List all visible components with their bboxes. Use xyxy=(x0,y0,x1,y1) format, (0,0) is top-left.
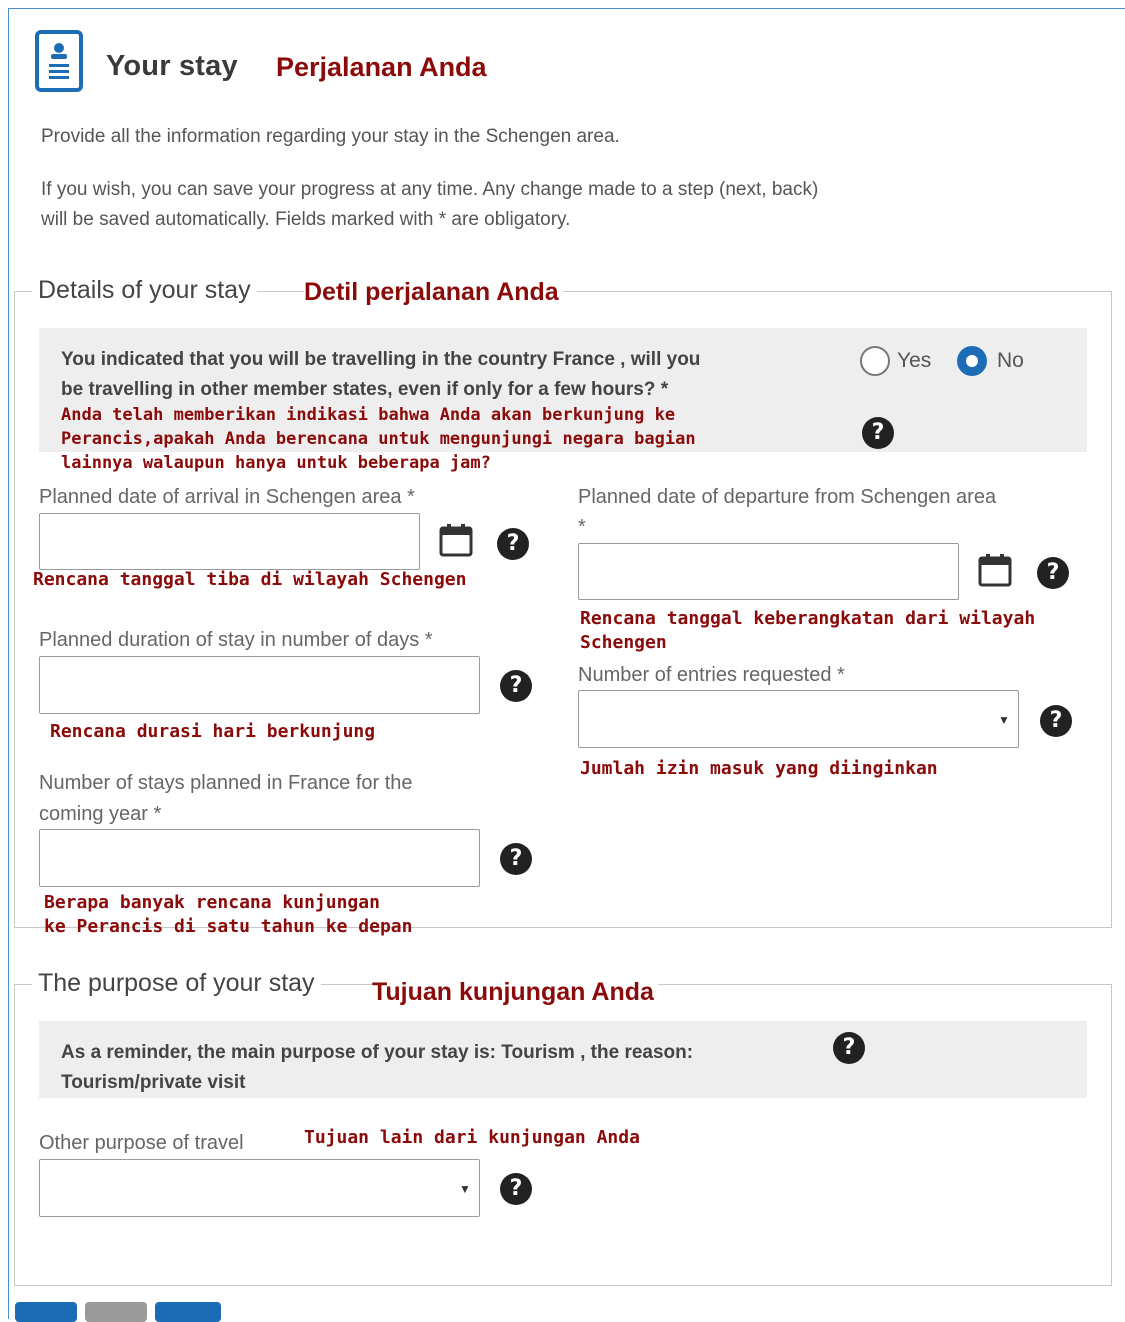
chevron-down-icon: ▼ xyxy=(998,713,1010,727)
save-button[interactable] xyxy=(85,1302,147,1322)
departure-date-input[interactable] xyxy=(578,543,959,600)
yes-radio-label: Yes xyxy=(897,349,932,372)
back-button[interactable] xyxy=(15,1302,77,1322)
travel-question-translation-3: lainnya walaupun hanya untuk beberapa ja… xyxy=(61,453,491,473)
no-radio[interactable] xyxy=(957,346,987,376)
entries-select[interactable] xyxy=(578,690,1019,748)
chevron-down-icon: ▼ xyxy=(459,1182,471,1196)
help-icon[interactable]: ? xyxy=(862,417,894,449)
travel-question-line1: You indicated that you will be travellin… xyxy=(61,349,701,370)
other-purpose-select[interactable] xyxy=(39,1159,480,1217)
purpose-reminder-line1: As a reminder, the main purpose of your … xyxy=(61,1042,694,1063)
duration-input[interactable] xyxy=(39,656,480,714)
travel-question-translation-1: Anda telah memberikan indikasi bahwa And… xyxy=(61,405,676,425)
other-purpose-label: Other purpose of travel xyxy=(39,1132,244,1154)
stays-translation-1: Berapa banyak rencana kunjungan xyxy=(44,892,380,913)
other-purpose-translation: Tujuan lain dari kunjungan Anda xyxy=(304,1127,640,1148)
stays-label-2: coming year * xyxy=(39,803,162,825)
help-icon[interactable]: ? xyxy=(1037,557,1069,589)
details-legend: Details of your stay xyxy=(32,276,257,305)
yes-radio[interactable] xyxy=(860,346,890,376)
stays-label-1: Number of stays planned in France for th… xyxy=(39,772,413,794)
travel-question-line2: be travelling in other member states, ev… xyxy=(61,379,669,400)
departure-translation-2: Schengen xyxy=(580,632,667,653)
page-title: Your stay xyxy=(106,50,238,82)
help-icon[interactable]: ? xyxy=(500,843,532,875)
arrival-translation: Rencana tanggal tiba di wilayah Schengen xyxy=(33,569,467,590)
arrival-date-input[interactable] xyxy=(39,513,420,570)
help-icon[interactable]: ? xyxy=(833,1032,865,1064)
departure-label-asterisk: * xyxy=(578,516,586,538)
purpose-reminder-line2: Tourism/private visit xyxy=(61,1072,246,1093)
help-icon[interactable]: ? xyxy=(497,528,529,560)
page-title-translation: Perjalanan Anda xyxy=(276,52,487,82)
calendar-icon[interactable] xyxy=(977,552,1012,587)
stays-input[interactable] xyxy=(39,829,480,887)
help-icon[interactable]: ? xyxy=(500,670,532,702)
departure-translation-1: Rencana tanggal keberangkatan dari wilay… xyxy=(580,608,1036,629)
departure-label: Planned date of departure from Schengen … xyxy=(578,486,997,508)
intro-save-text-2: will be saved automatically. Fields mark… xyxy=(41,209,571,230)
purpose-legend: The purpose of your stay xyxy=(32,969,321,998)
intro-save-text: If you wish, you can save your progress … xyxy=(41,179,819,200)
intro-text: Provide all the information regarding yo… xyxy=(41,126,620,147)
arrival-label: Planned date of arrival in Schengen area… xyxy=(39,486,415,508)
travel-question-translation-2: Perancis,apakah Anda berencana untuk men… xyxy=(61,429,696,449)
details-legend-translation: Detil perjalanan Anda xyxy=(304,278,563,307)
next-button[interactable] xyxy=(155,1302,221,1322)
help-icon[interactable]: ? xyxy=(500,1173,532,1205)
stays-translation-2: ke Perancis di satu tahun ke depan xyxy=(44,916,413,937)
id-card-icon xyxy=(35,30,83,92)
purpose-legend-translation: Tujuan kunjungan Anda xyxy=(372,978,658,1007)
duration-label: Planned duration of stay in number of da… xyxy=(39,629,433,651)
entries-label: Number of entries requested * xyxy=(578,664,845,686)
calendar-icon[interactable] xyxy=(438,522,473,557)
duration-translation: Rencana durasi hari berkunjung xyxy=(50,721,376,742)
help-icon[interactable]: ? xyxy=(1040,705,1072,737)
no-radio-label: No xyxy=(997,349,1024,372)
entries-translation: Jumlah izin masuk yang diinginkan xyxy=(580,758,938,779)
